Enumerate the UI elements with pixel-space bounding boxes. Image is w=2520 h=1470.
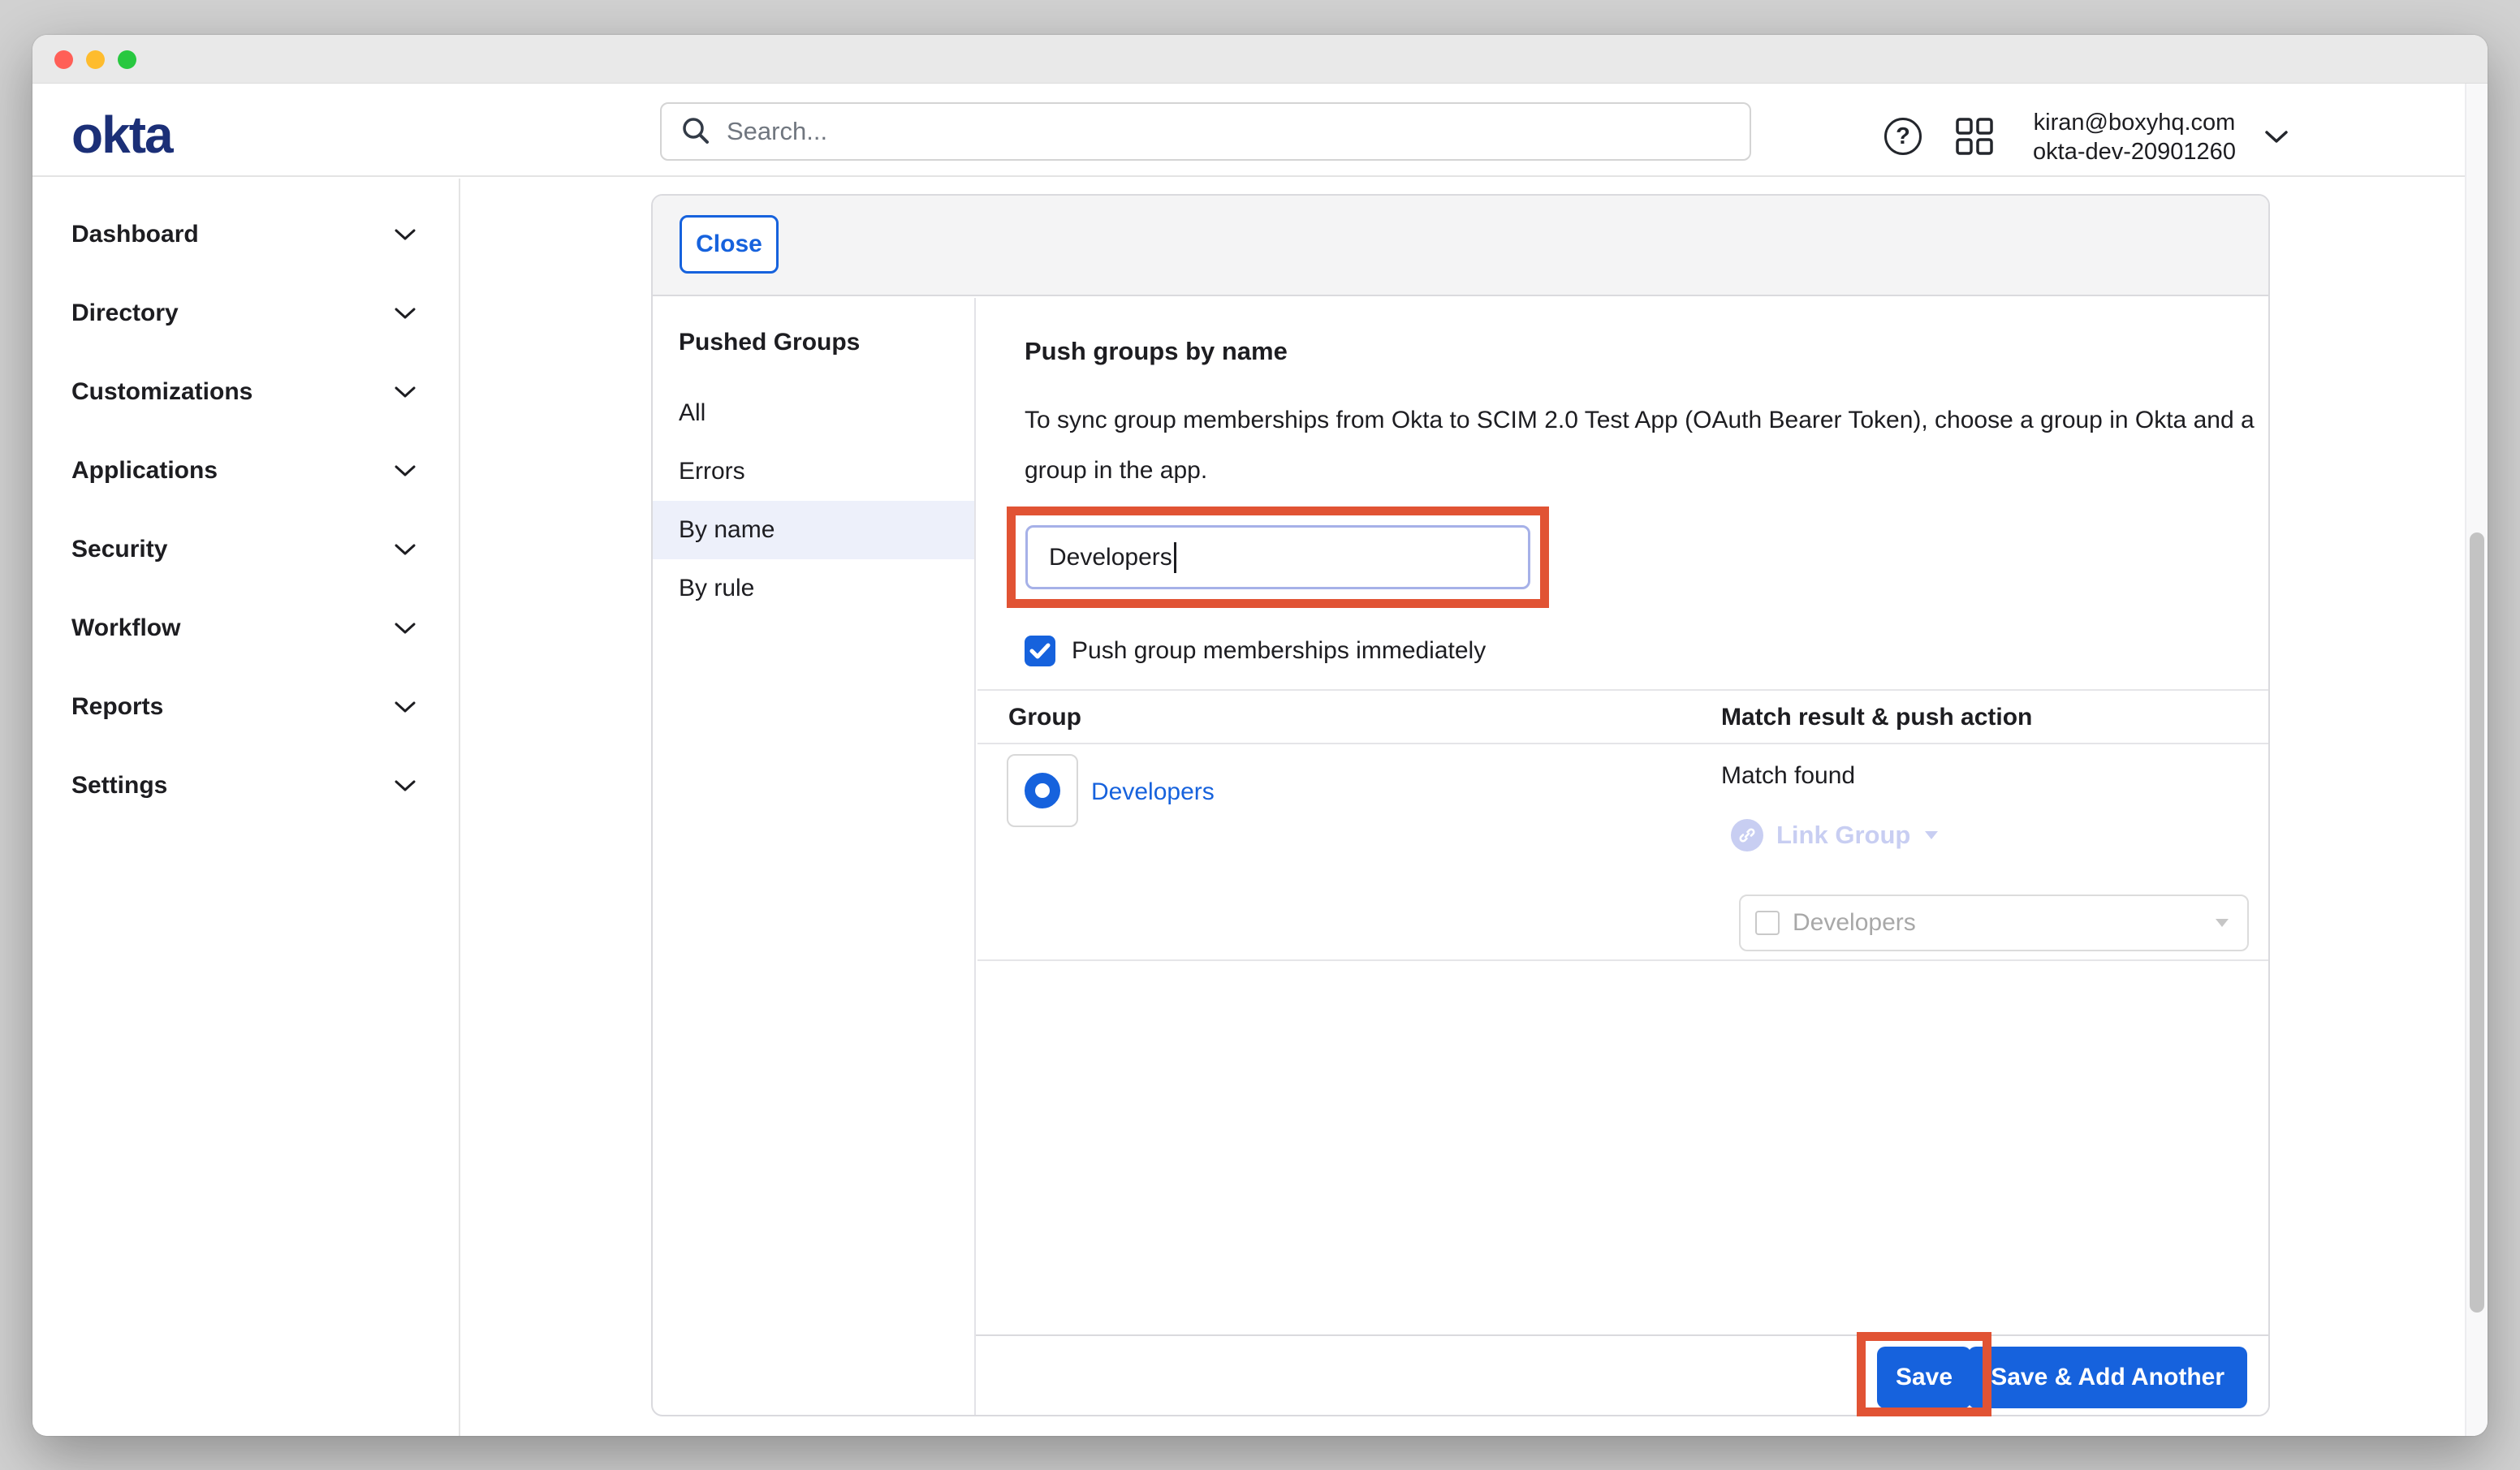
save-highlight-annotation (1857, 1332, 1991, 1416)
sidebar-item-settings[interactable]: Settings (32, 746, 459, 825)
column-header-match: Match result & push action (1721, 704, 2032, 731)
chevron-down-icon (394, 779, 416, 792)
nav-item-by-rule[interactable]: By rule (653, 559, 974, 618)
caret-down-icon (1923, 830, 1940, 841)
account-menu[interactable]: kiran@boxyhq.com okta-dev-20901260 (2018, 108, 2250, 166)
table-row-divider (977, 959, 2268, 961)
column-header-group: Group (1008, 704, 1081, 731)
chevron-down-icon (394, 386, 416, 399)
scrollbar-track[interactable] (2465, 84, 2488, 1436)
close-button[interactable]: Close (680, 215, 779, 274)
checkmark-icon (1029, 642, 1051, 660)
org-name: okta-dev-20901260 (2018, 137, 2250, 166)
maximize-window-button[interactable] (118, 50, 136, 69)
group-name-link[interactable]: Developers (1091, 778, 1215, 806)
sidebar-item-applications[interactable]: Applications (32, 431, 459, 510)
sidebar-item-security[interactable]: Security (32, 510, 459, 588)
push-groups-panel: Close Pushed Groups All Errors By name B… (651, 194, 2270, 1416)
chevron-down-icon (394, 228, 416, 241)
target-group-value: Developers (1793, 909, 2215, 937)
search-input[interactable] (727, 117, 1750, 146)
sidebar-item-workflow[interactable]: Workflow (32, 588, 459, 667)
browser-window: okta ? kiran@boxyhq.com okta-dev-2090126… (32, 35, 2488, 1436)
nav-item-errors[interactable]: Errors (653, 442, 974, 501)
chevron-down-icon (394, 543, 416, 556)
search-icon (680, 115, 712, 148)
target-group-select[interactable]: Developers (1739, 895, 2249, 951)
table-header-divider (977, 743, 2268, 744)
main-content: Close Pushed Groups All Errors By name B… (462, 179, 2465, 1436)
apps-grid-icon[interactable] (1956, 118, 1993, 155)
pushed-groups-nav: Pushed Groups All Errors By name By rule (653, 298, 976, 1415)
nav-item-by-name[interactable]: By name (653, 501, 974, 559)
okta-logo: okta (71, 105, 172, 165)
global-search[interactable] (660, 102, 1751, 161)
caret-down-icon (2215, 918, 2229, 928)
save-add-another-button[interactable]: Save & Add Another (1968, 1347, 2247, 1408)
top-header: okta ? kiran@boxyhq.com okta-dev-2090126… (32, 84, 2488, 177)
sidebar-item-reports[interactable]: Reports (32, 667, 459, 746)
user-email: kiran@boxyhq.com (2018, 108, 2250, 137)
panel-footer: Save Save & Add Another (976, 1334, 2268, 1415)
scrollbar-thumb[interactable] (2470, 532, 2484, 1313)
help-icon[interactable]: ? (1884, 118, 1922, 155)
minimize-window-button[interactable] (86, 50, 105, 69)
nav-item-all[interactable]: All (653, 384, 974, 442)
panel-heading: Push groups by name (1025, 337, 1288, 366)
link-group-label: Link Group (1776, 821, 1910, 850)
group-name-value: Developers (1049, 544, 1172, 571)
sidebar-item-dashboard[interactable]: Dashboard (32, 195, 459, 274)
chevron-down-icon[interactable] (2263, 129, 2289, 145)
match-status: Match found (1721, 762, 1855, 790)
chevron-down-icon (394, 622, 416, 635)
sidebar-item-directory[interactable]: Directory (32, 274, 459, 352)
section-divider (977, 689, 2268, 691)
pushed-groups-title: Pushed Groups (679, 329, 860, 356)
chevron-down-icon (394, 701, 416, 713)
chevron-down-icon (394, 464, 416, 477)
push-immediately-checkbox[interactable] (1025, 636, 1055, 666)
group-avatar (1007, 754, 1078, 827)
group-icon (1025, 773, 1060, 808)
chevron-down-icon (394, 307, 416, 320)
panel-toolbar: Close (653, 196, 2268, 296)
link-group-button[interactable]: Link Group (1731, 819, 1940, 851)
by-name-panel: Push groups by name To sync group member… (977, 298, 2268, 1415)
text-cursor (1174, 542, 1176, 573)
input-highlight-annotation: Developers (1007, 507, 1549, 608)
panel-description: To sync group memberships from Okta to S… (1025, 395, 2259, 496)
close-window-button[interactable] (54, 50, 73, 69)
push-immediately-label: Push group memberships immediately (1072, 637, 1486, 665)
sidebar-item-customizations[interactable]: Customizations (32, 352, 459, 431)
group-name-input[interactable]: Developers (1025, 525, 1530, 589)
link-icon (1731, 819, 1763, 851)
sidebar-nav: Dashboard Directory Customizations Appli… (32, 179, 460, 1436)
group-placeholder-icon (1755, 911, 1780, 935)
window-titlebar (32, 35, 2488, 84)
